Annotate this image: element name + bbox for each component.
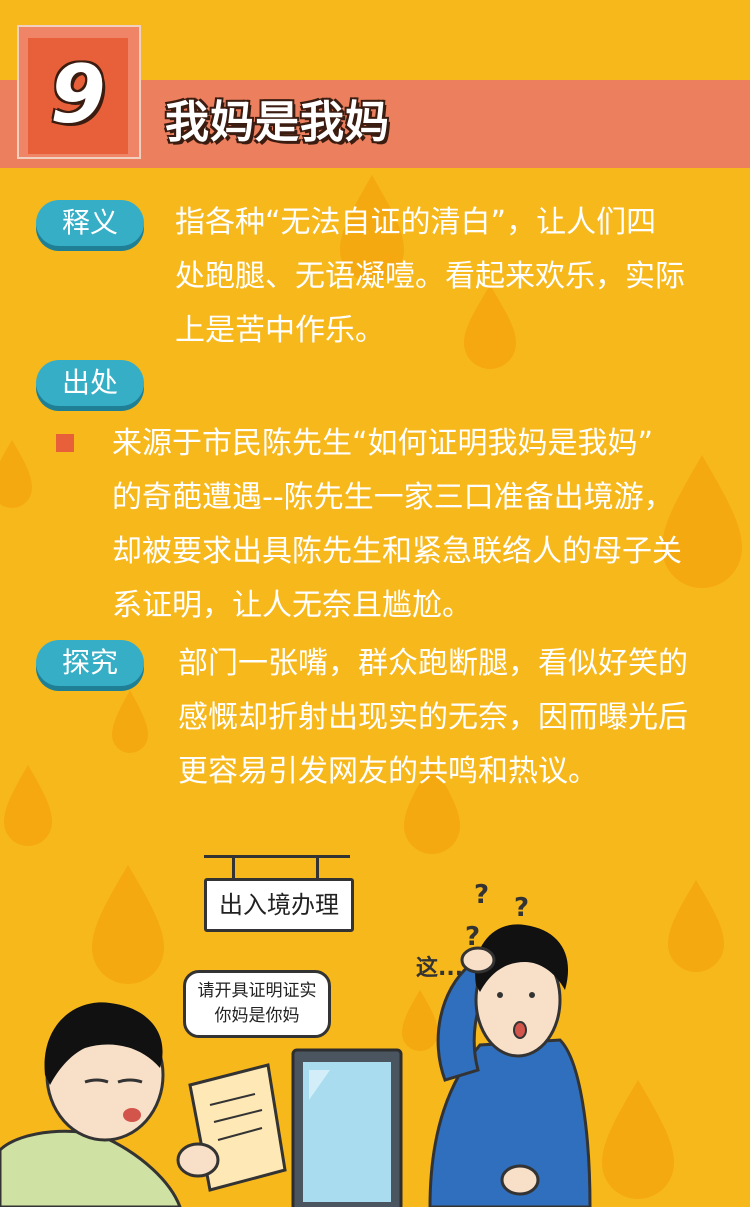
speech-line: 你妈是你妈 (214, 1006, 300, 1026)
question-mark: ? (465, 922, 481, 952)
computer-monitor-icon (291, 1048, 403, 1207)
speech-bubble: 请开具证明证实 你妈是你妈 (183, 970, 331, 1038)
exclamation-text: 这... (416, 956, 464, 981)
page: 9 我妈是我妈 释义 指各种“无法自证的清白”，让人们四 处跑腿、无语凝噎。看起… (0, 0, 750, 1207)
document-paper-icon (176, 1063, 287, 1192)
cartoon-illustration (0, 924, 592, 1207)
clerk-figure (0, 1002, 182, 1207)
question-mark: ? (514, 893, 530, 923)
speech-line: 请开具证明证实 (197, 981, 317, 1001)
question-mark: ? (474, 880, 490, 910)
